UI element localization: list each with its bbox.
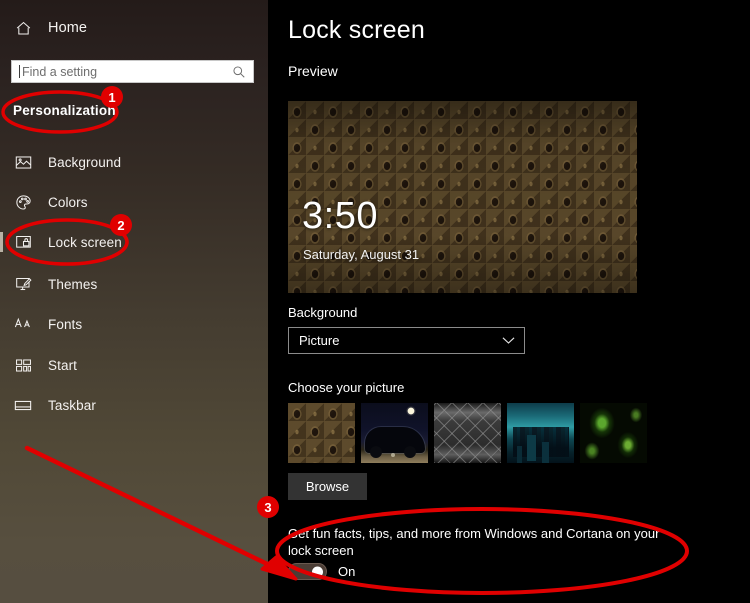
- lock-screen-preview: 3:50 Saturday, August 31: [288, 101, 637, 293]
- sidebar-item-label: Themes: [48, 276, 98, 292]
- cortana-toggle-switch[interactable]: [288, 563, 327, 580]
- sidebar-item-label: Taskbar: [48, 397, 96, 413]
- sidebar-item-label: Background: [48, 154, 122, 170]
- settings-window: Home Find a setting Personalization Back…: [0, 0, 750, 603]
- chevron-down-icon: [502, 336, 515, 345]
- sidebar-item-label: Home: [48, 20, 88, 36]
- browse-button[interactable]: Browse: [288, 473, 367, 500]
- sidebar-item-label: Colors: [48, 194, 88, 210]
- picture-thumbnail-green-abstract[interactable]: [580, 403, 647, 463]
- text-caret: [19, 65, 20, 78]
- picture-icon: [12, 152, 34, 172]
- search-placeholder: Find a setting: [22, 64, 98, 79]
- lock-screen-icon: [12, 232, 34, 252]
- sidebar-item-label: Start: [48, 357, 78, 373]
- search-input[interactable]: Find a setting: [11, 60, 254, 83]
- background-section-label: Background: [288, 305, 358, 320]
- sidebar-item-taskbar[interactable]: Taskbar: [0, 389, 268, 421]
- settings-main-pane: Lock screen Preview 3:50 Saturday, Augus…: [268, 0, 750, 603]
- sidebar-item-themes[interactable]: Themes: [0, 268, 268, 300]
- sidebar-item-label: Lock screen: [48, 234, 122, 250]
- preview-clock-time: 3:50: [302, 195, 378, 237]
- picture-thumbnail-damask-brown[interactable]: [288, 403, 355, 463]
- search-icon[interactable]: [229, 65, 249, 79]
- sidebar-item-background[interactable]: Background: [0, 146, 268, 178]
- start-tiles-icon: [12, 355, 34, 375]
- page-title: Lock screen: [288, 16, 425, 44]
- sidebar-category-personalization[interactable]: Personalization: [13, 103, 116, 118]
- palette-icon: [12, 192, 34, 212]
- cortana-lock-screen-description: Get fun facts, tips, and more from Windo…: [288, 526, 660, 558]
- sidebar-item-lock-screen[interactable]: Lock screen: [0, 226, 268, 258]
- sidebar-item-start[interactable]: Start: [0, 349, 268, 381]
- preview-section-label: Preview: [288, 63, 338, 79]
- toggle-knob: [312, 566, 323, 577]
- picture-thumbnail-teal-cityscape[interactable]: [507, 403, 574, 463]
- settings-sidebar: Home Find a setting Personalization Back…: [0, 0, 268, 603]
- themes-icon: [12, 274, 34, 294]
- home-icon: [12, 18, 34, 38]
- picture-thumbnail-gray-lattice[interactable]: [434, 403, 501, 463]
- preview-clock-date: Saturday, August 31: [303, 247, 420, 262]
- background-type-dropdown[interactable]: Picture: [288, 327, 525, 354]
- choose-picture-label: Choose your picture: [288, 380, 405, 395]
- sidebar-item-colors[interactable]: Colors: [0, 186, 268, 218]
- sidebar-item-fonts[interactable]: Fonts: [0, 308, 268, 340]
- sidebar-item-label: Fonts: [48, 316, 83, 332]
- fonts-icon: [12, 314, 34, 334]
- sidebar-item-home[interactable]: Home: [0, 12, 268, 44]
- picture-thumbnail-vintage-car-night[interactable]: [361, 403, 428, 463]
- background-selected-value: Picture: [299, 333, 340, 348]
- cortana-toggle-row[interactable]: On: [288, 563, 355, 580]
- cortana-toggle-state: On: [338, 564, 356, 579]
- taskbar-icon: [12, 395, 34, 415]
- picture-thumbnail-list: [288, 403, 647, 463]
